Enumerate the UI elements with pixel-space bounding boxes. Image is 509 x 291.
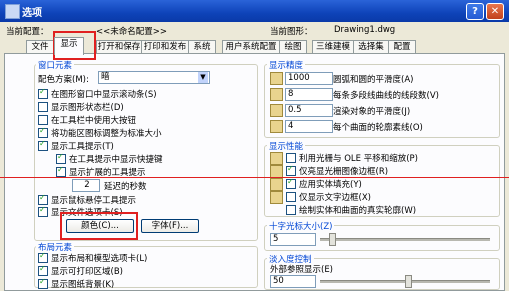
- drawing-label: 当前图形：: [270, 27, 313, 37]
- raster-frame-label: 仅亮显光栅图像边框(R): [299, 167, 389, 177]
- delay-seconds-label: 延迟的秒数: [104, 182, 147, 192]
- raster-pan-label: 利用光栅与 OLE 平移和缩放(P): [299, 154, 418, 164]
- tab-user-preferences[interactable]: 用户系统配置: [222, 40, 280, 54]
- window-elements-title: 窗口元素: [36, 59, 75, 71]
- drawing-value: Drawing1.dwg: [334, 25, 396, 35]
- app-icon: [5, 4, 20, 19]
- color-button-highlight-annotation: [60, 212, 138, 240]
- display-precision-title: 显示精度: [267, 59, 306, 71]
- color-scheme-label: 配色方案(M):: [38, 75, 89, 85]
- large-buttons-checkbox[interactable]: [38, 115, 48, 125]
- extended-tooltips-checkbox[interactable]: [56, 165, 66, 177]
- crosshair-slider-track[interactable]: [320, 238, 490, 241]
- tab-drafting[interactable]: 绘图: [279, 40, 307, 54]
- color-scheme-select[interactable]: 暗 ▼: [98, 71, 210, 84]
- raster-pan-checkbox[interactable]: [286, 153, 296, 163]
- close-button[interactable]: ✕: [486, 3, 504, 20]
- render-smoothness-input[interactable]: 0.5: [285, 104, 333, 117]
- annotation-line: [0, 177, 509, 178]
- file-tabs-checkbox[interactable]: [38, 205, 48, 217]
- display-performance-title: 显示性能: [267, 140, 306, 152]
- contour-lines-input[interactable]: 4: [285, 120, 333, 133]
- ribbon-icons-checkbox[interactable]: [38, 126, 48, 138]
- shortcut-keys-checkbox[interactable]: [56, 152, 66, 164]
- solid-fill-label: 应用实体填充(Y): [299, 180, 362, 190]
- tab-plot-publish[interactable]: 打印和发布: [141, 40, 189, 54]
- large-buttons-label: 在工具栏中使用大按钮: [51, 116, 137, 126]
- text-boundary-label: 仅显示文字边框(X): [299, 193, 371, 203]
- ribbon-icons-label: 将功能区图标调整为标准大小: [51, 129, 162, 139]
- layout-tabs-checkbox[interactable]: [38, 251, 48, 263]
- title-bar: 选项 ? ✕: [0, 0, 509, 22]
- xref-display-label: 外部参照显示(E): [270, 265, 334, 275]
- silhouettes-label: 绘制实体和曲面的真实轮廓(W): [299, 206, 417, 216]
- tab-display[interactable]: 显示: [54, 37, 84, 55]
- silhouettes-checkbox[interactable]: [286, 205, 296, 215]
- rollover-tooltips-label: 显示鼠标悬停工具提示: [51, 196, 137, 206]
- tab-open-save[interactable]: 打开和保存: [96, 40, 142, 54]
- profile-label: 当前配置：: [6, 27, 49, 37]
- crosshair-size-title: 十字光标大小(Z): [267, 220, 335, 232]
- contour-lines-icon: [270, 120, 283, 133]
- text-boundary-icon: [270, 191, 283, 204]
- solid-fill-icon: [270, 178, 283, 191]
- printable-area-checkbox[interactable]: [38, 264, 48, 276]
- status-bar-checkbox[interactable]: [38, 102, 48, 112]
- solid-fill-checkbox[interactable]: [286, 177, 296, 189]
- status-bar-label: 显示图形状态栏(D): [51, 103, 124, 113]
- tooltips-label: 显示工具提示(T): [51, 142, 114, 152]
- arc-smoothness-label: 圆弧和圆的平滑度(A): [333, 75, 414, 85]
- scrollbars-label: 在图形窗口中显示滚动条(S): [51, 90, 157, 100]
- printable-area-label: 显示可打印区域(B): [51, 267, 123, 277]
- arc-smoothness-input[interactable]: 1000: [285, 72, 333, 85]
- tab-system[interactable]: 系统: [188, 40, 216, 54]
- profile-value: <<未命名配置>>: [96, 27, 167, 37]
- paper-background-checkbox[interactable]: [38, 277, 48, 289]
- contour-lines-label: 每个曲面的轮廓素线(O): [333, 123, 423, 133]
- polyline-segments-label: 每条多段线曲线的线段数(V): [333, 91, 439, 101]
- help-button[interactable]: ?: [466, 3, 484, 20]
- render-smoothness-label: 渲染对象的平滑度(J): [333, 107, 411, 117]
- raster-pan-icon: [270, 152, 283, 165]
- chevron-down-icon[interactable]: ▼: [198, 72, 208, 83]
- tab-3d-modeling[interactable]: 三维建模: [312, 40, 354, 54]
- arc-smoothness-icon: [270, 72, 283, 85]
- crosshair-size-input[interactable]: 5: [270, 233, 316, 246]
- paper-background-label: 显示图纸背景(K): [51, 280, 115, 290]
- raster-frame-checkbox[interactable]: [286, 164, 296, 176]
- rollover-tooltips-checkbox[interactable]: [38, 193, 48, 205]
- xref-display-input[interactable]: 50: [270, 275, 316, 288]
- text-boundary-checkbox[interactable]: [286, 192, 296, 202]
- shortcut-keys-label: 在工具提示中显示快捷键: [69, 155, 163, 165]
- layout-tabs-label: 显示布局和模型选项卡(L): [51, 254, 148, 264]
- crosshair-slider-thumb[interactable]: [328, 233, 336, 246]
- polyline-segments-icon: [270, 88, 283, 101]
- scrollbars-checkbox[interactable]: [38, 87, 48, 99]
- render-smoothness-icon: [270, 104, 283, 117]
- window-title: 选项: [22, 8, 42, 19]
- tooltips-checkbox[interactable]: [38, 139, 48, 151]
- delay-seconds-input[interactable]: 2: [72, 179, 100, 192]
- tab-profiles[interactable]: 配置: [388, 40, 416, 54]
- polyline-segments-input[interactable]: 8: [285, 88, 333, 101]
- tab-selection[interactable]: 选择集: [353, 40, 389, 54]
- fonts-button[interactable]: 字体(F)...: [141, 219, 199, 233]
- color-scheme-value: 暗: [101, 72, 110, 82]
- tab-files[interactable]: 文件: [26, 40, 54, 54]
- xref-slider-thumb[interactable]: [405, 275, 412, 288]
